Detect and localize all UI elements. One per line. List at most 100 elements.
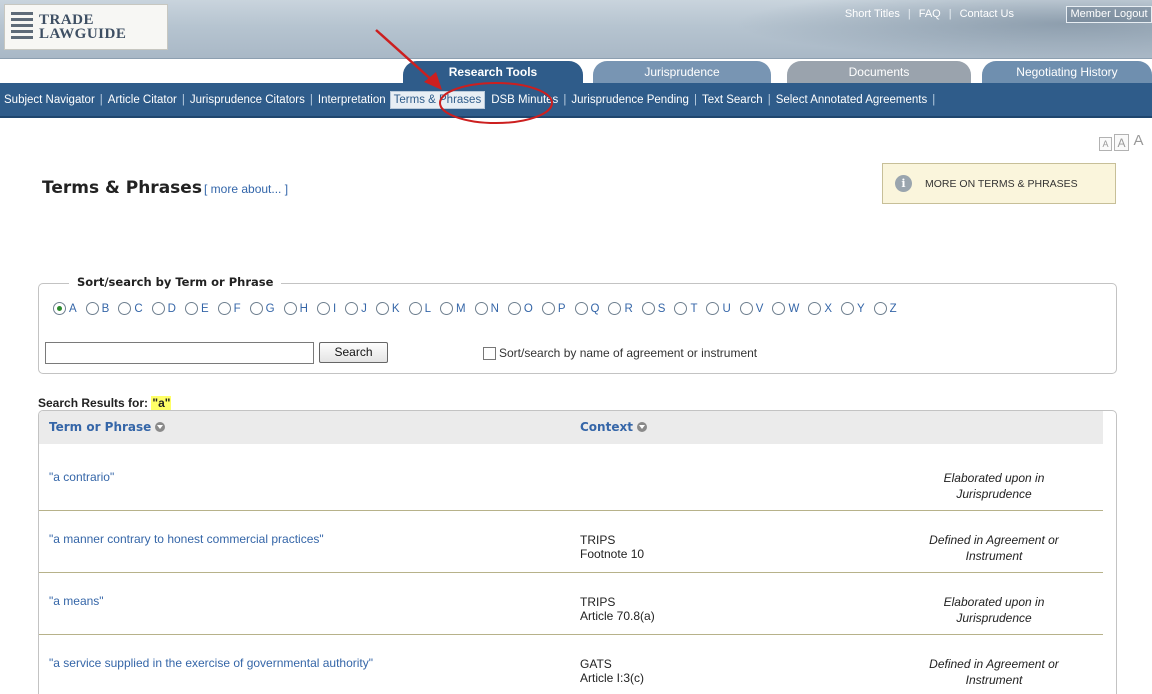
sort-icon[interactable] (155, 422, 166, 432)
radio-button[interactable] (151, 302, 165, 315)
radio-button[interactable] (184, 302, 198, 315)
term-link[interactable]: "a service supplied in the exercise of g… (49, 656, 373, 670)
type-cell: Defined in Agreement or Instrument (929, 657, 1059, 687)
subnav-jurisprudence-citators[interactable]: Jurisprudence Citators (190, 94, 305, 106)
letter-option-f[interactable]: F (217, 302, 241, 315)
letter-label: F (233, 302, 241, 315)
tab-jurisprudence[interactable]: Jurisprudence (593, 61, 771, 83)
radio-button[interactable] (118, 302, 132, 315)
letter-label: T (690, 302, 698, 315)
radio-button[interactable] (217, 302, 231, 315)
subnav-article-citator[interactable]: Article Citator (108, 94, 177, 106)
font-size-large-button[interactable]: A (1131, 132, 1146, 151)
subnav-interpretation[interactable]: Interpretation (318, 94, 386, 106)
column-header-context[interactable]: Context (580, 420, 647, 434)
radio-button[interactable] (641, 302, 655, 315)
table-row: "a contrario" Elaborated upon in Jurispr… (39, 449, 1103, 511)
letter-option-i[interactable]: I (316, 302, 336, 315)
trade-law-guide-logo[interactable]: TRADE LAWGUIDE (4, 4, 168, 50)
letter-option-e[interactable]: E (184, 302, 209, 315)
radio-button[interactable] (53, 302, 66, 315)
subnav-select-annotated-agreements[interactable]: Select Annotated Agreements (776, 94, 928, 106)
subnav-dsb-minutes[interactable]: DSB Minutes (491, 94, 558, 106)
letter-label: X (824, 302, 832, 315)
radio-button[interactable] (283, 302, 297, 315)
radio-button[interactable] (772, 302, 786, 315)
letter-option-n[interactable]: N (474, 302, 499, 315)
letter-option-d[interactable]: D (151, 302, 176, 315)
more-about-link[interactable]: [ more about... ] (204, 182, 288, 196)
radio-button[interactable] (345, 302, 359, 315)
letter-option-p[interactable]: P (541, 302, 566, 315)
letter-option-t[interactable]: T (674, 302, 697, 315)
letter-option-r[interactable]: R (608, 302, 633, 315)
tab-documents[interactable]: Documents (787, 61, 971, 83)
letter-option-k[interactable]: K (375, 302, 400, 315)
letter-option-x[interactable]: X (808, 302, 832, 315)
tab-negotiating-history[interactable]: Negotiating History (982, 61, 1152, 83)
column-header-term[interactable]: Term or Phrase (49, 420, 166, 434)
radio-button[interactable] (541, 302, 555, 315)
term-link[interactable]: "a means" (49, 594, 104, 608)
term-link[interactable]: "a contrario" (49, 470, 114, 484)
type-cell: Elaborated upon in Jurisprudence (943, 471, 1045, 501)
agreement-name-checkbox[interactable] (483, 346, 496, 360)
context-cell: TRIPS Footnote 10 (580, 533, 645, 561)
radio-button[interactable] (408, 302, 422, 315)
radio-button[interactable] (85, 302, 99, 315)
short-titles-link[interactable]: Short Titles (837, 8, 908, 20)
letter-option-j[interactable]: J (345, 302, 367, 315)
letter-option-l[interactable]: L (408, 302, 431, 315)
radio-button[interactable] (574, 302, 588, 315)
letter-option-o[interactable]: O (507, 302, 533, 315)
search-button[interactable]: Search (319, 342, 388, 363)
subnav-subject-navigator[interactable]: Subject Navigator (4, 94, 95, 106)
agreement-name-option[interactable]: Sort/search by name of agreement or inst… (483, 346, 757, 360)
letter-option-w[interactable]: W (772, 302, 799, 315)
subnav-terms-phrases[interactable]: Terms & Phrases (389, 90, 486, 109)
letter-option-u[interactable]: U (706, 302, 731, 315)
table-row: "a means" TRIPS Article 70.8(a) Elaborat… (39, 573, 1103, 635)
sort-icon[interactable] (636, 422, 647, 432)
radio-button[interactable] (249, 302, 263, 315)
member-logout-button[interactable]: Member Logout (1066, 6, 1152, 23)
tab-research-tools[interactable]: Research Tools (403, 61, 583, 83)
letter-option-m[interactable]: M (439, 302, 466, 315)
radio-button[interactable] (474, 302, 488, 315)
contact-us-link[interactable]: Contact Us (952, 8, 1022, 20)
letter-option-s[interactable]: S (641, 302, 665, 315)
term-link[interactable]: "a manner contrary to honest commercial … (49, 532, 324, 546)
top-links: Short Titles | FAQ | Contact Us (837, 8, 1022, 20)
search-input[interactable] (45, 342, 314, 364)
radio-button[interactable] (873, 302, 887, 315)
radio-button[interactable] (375, 302, 389, 315)
faq-link[interactable]: FAQ (911, 8, 949, 20)
radio-button[interactable] (840, 302, 854, 315)
subnav-text-search[interactable]: Text Search (702, 94, 763, 106)
radio-button[interactable] (439, 302, 453, 315)
letter-option-z[interactable]: Z (873, 302, 897, 315)
radio-button[interactable] (608, 302, 622, 315)
radio-button[interactable] (808, 302, 822, 315)
more-on-terms-phrases-button[interactable]: i MORE ON TERMS & PHRASES (882, 163, 1116, 204)
radio-button[interactable] (507, 302, 521, 315)
sub-navigation: Subject Navigator | Article Citator | Juri… (0, 83, 1152, 118)
letter-option-c[interactable]: C (118, 302, 143, 315)
letter-option-h[interactable]: H (283, 302, 308, 315)
letter-option-v[interactable]: V (739, 302, 763, 315)
font-size-medium-button[interactable]: A (1114, 134, 1129, 151)
radio-button[interactable] (316, 302, 330, 315)
radio-button[interactable] (739, 302, 753, 315)
context-cell: TRIPS Article 70.8(a) (580, 595, 655, 623)
letter-radio-group: A B C D E F G H I J K L M N O P Q R S T U V W X Y Z (53, 302, 906, 315)
letter-option-g[interactable]: G (249, 302, 275, 315)
font-size-small-button[interactable]: A (1099, 137, 1112, 151)
letter-option-q[interactable]: Q (574, 302, 599, 315)
letter-option-y[interactable]: Y (840, 302, 865, 315)
letter-option-b[interactable]: B (85, 302, 110, 315)
letter-label: B (101, 302, 110, 315)
radio-button[interactable] (674, 302, 688, 315)
subnav-jurisprudence-pending[interactable]: Jurisprudence Pending (571, 94, 689, 106)
letter-option-a[interactable]: A (53, 302, 77, 315)
radio-button[interactable] (706, 302, 720, 315)
